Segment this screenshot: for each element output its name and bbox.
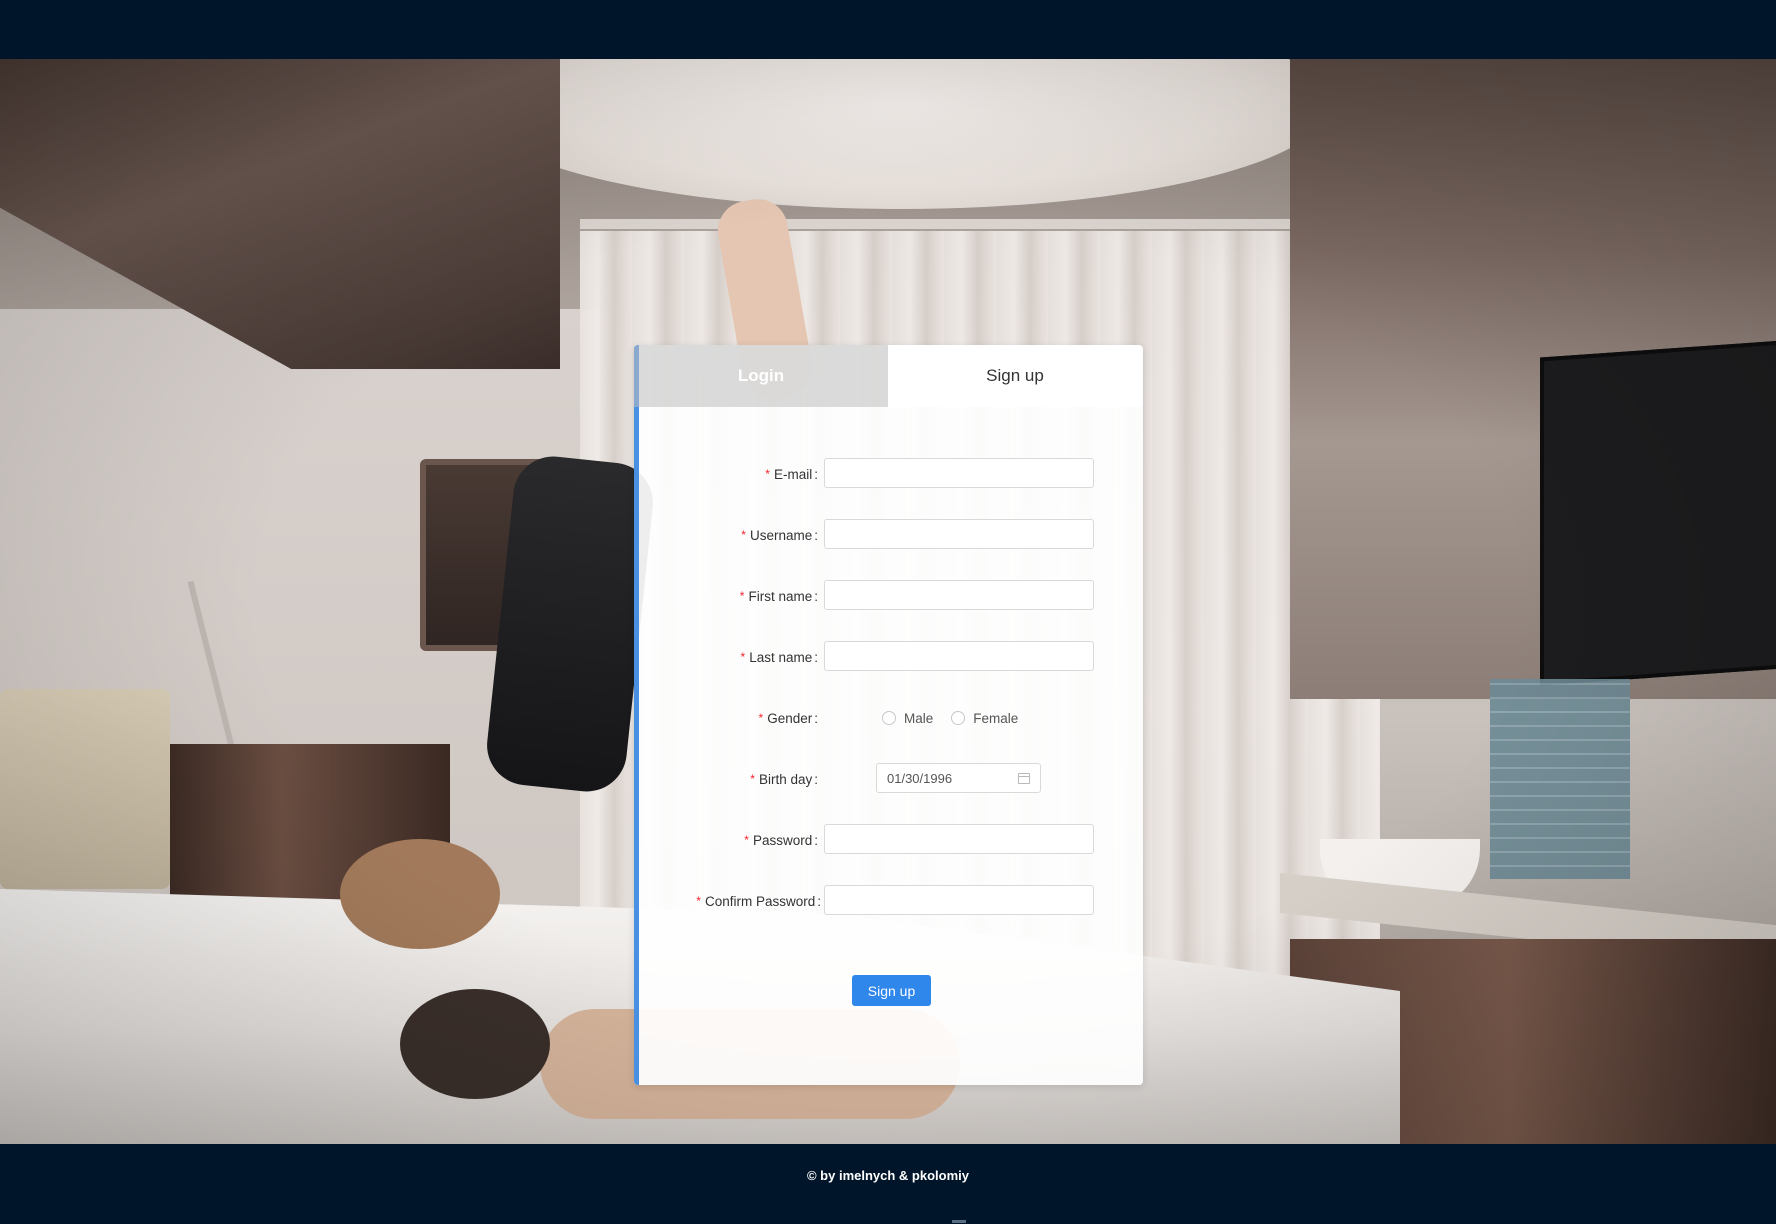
gender-radio-female[interactable]: Female <box>951 711 1018 726</box>
first-name-field[interactable] <box>824 580 1094 610</box>
required-mark: * <box>739 589 745 603</box>
confirm-password-field[interactable] <box>824 885 1094 915</box>
first-name-row: * First name: <box>634 580 1143 614</box>
birthday-row: * Birth day: 01/30/1996 <box>634 763 1143 797</box>
birthday-date-picker[interactable]: 01/30/1996 <box>876 763 1041 793</box>
radio-circle-icon[interactable] <box>882 711 896 725</box>
confirm-password-label: * Confirm Password: <box>696 893 821 909</box>
footer-divider <box>952 1220 966 1223</box>
gender-radio-group: Male Female <box>882 702 1018 734</box>
last-name-row: * Last name: <box>634 641 1143 675</box>
signup-submit-button[interactable]: Sign up <box>852 975 931 1006</box>
tab-login[interactable]: Login <box>634 345 888 407</box>
password-row: * Password: <box>634 824 1143 858</box>
required-mark: * <box>750 772 755 786</box>
gender-label: * Gender: <box>758 710 818 726</box>
required-mark: * <box>758 711 764 725</box>
last-name-label: * Last name: <box>740 649 818 665</box>
password-field[interactable] <box>824 824 1094 854</box>
signup-form-panel: Login Sign up * E-mail: * Username: * Fi… <box>634 345 1143 1085</box>
footer: © by imelnych & pkolomiy <box>0 1144 1776 1224</box>
password-label: * Password: <box>744 832 818 848</box>
tab-signup[interactable]: Sign up <box>888 345 1142 407</box>
username-row: * Username: <box>634 519 1143 553</box>
required-mark: * <box>696 894 701 908</box>
gender-radio-male[interactable]: Male <box>882 711 933 726</box>
required-mark: * <box>765 467 770 481</box>
auth-tabs: Login Sign up <box>634 345 1143 407</box>
required-mark: * <box>741 528 746 542</box>
radio-circle-icon[interactable] <box>951 711 966 725</box>
calendar-icon[interactable] <box>1018 772 1030 784</box>
email-field[interactable] <box>824 458 1094 488</box>
gender-row: * Gender: Male Female <box>634 702 1143 736</box>
last-name-field[interactable] <box>824 641 1094 671</box>
required-mark: * <box>744 833 749 847</box>
birthday-value: 01/30/1996 <box>887 770 953 786</box>
birthday-label: * Birth day: <box>750 771 818 787</box>
footer-copyright: © by imelnych & pkolomiy <box>806 1167 969 1183</box>
email-row: * E-mail: <box>634 458 1143 492</box>
first-name-label: * First name: <box>739 588 818 604</box>
top-header-bar <box>0 0 1776 59</box>
email-label: * E-mail: <box>765 466 818 482</box>
username-label: * Username: <box>741 527 818 543</box>
username-field[interactable] <box>824 519 1094 549</box>
tab-login-label: Login <box>737 366 785 385</box>
required-mark: * <box>740 650 746 664</box>
background-photo: Login Sign up * E-mail: * Username: * Fi… <box>0 59 1776 1144</box>
tab-signup-label: Sign up <box>986 366 1044 385</box>
confirm-password-row: * Confirm Password: <box>634 885 1143 919</box>
